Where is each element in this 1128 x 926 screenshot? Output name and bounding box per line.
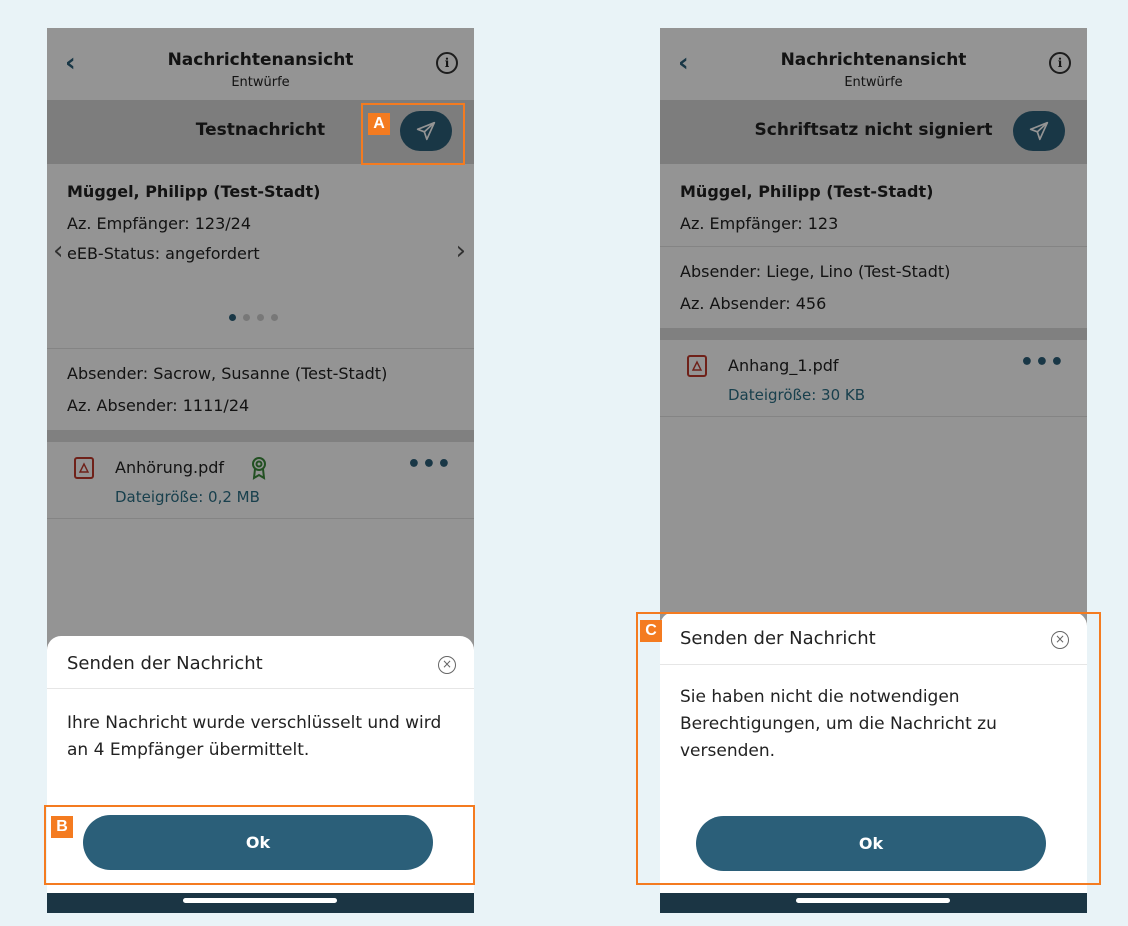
callout-frame-b xyxy=(44,805,475,885)
dialog-divider xyxy=(47,688,474,689)
home-indicator[interactable] xyxy=(183,898,337,903)
home-indicator[interactable] xyxy=(796,898,950,903)
callout-frame-c xyxy=(636,612,1101,885)
callout-label-a: A xyxy=(368,113,390,135)
home-bar xyxy=(660,893,1087,913)
callout-label-c: C xyxy=(640,620,662,642)
dialog-title: Senden der Nachricht xyxy=(67,653,263,674)
dialog-message: Ihre Nachricht wurde verschlüsselt und w… xyxy=(67,713,442,760)
home-bar xyxy=(47,893,474,913)
close-icon[interactable]: × xyxy=(438,656,456,674)
callout-label-b: B xyxy=(51,816,73,838)
